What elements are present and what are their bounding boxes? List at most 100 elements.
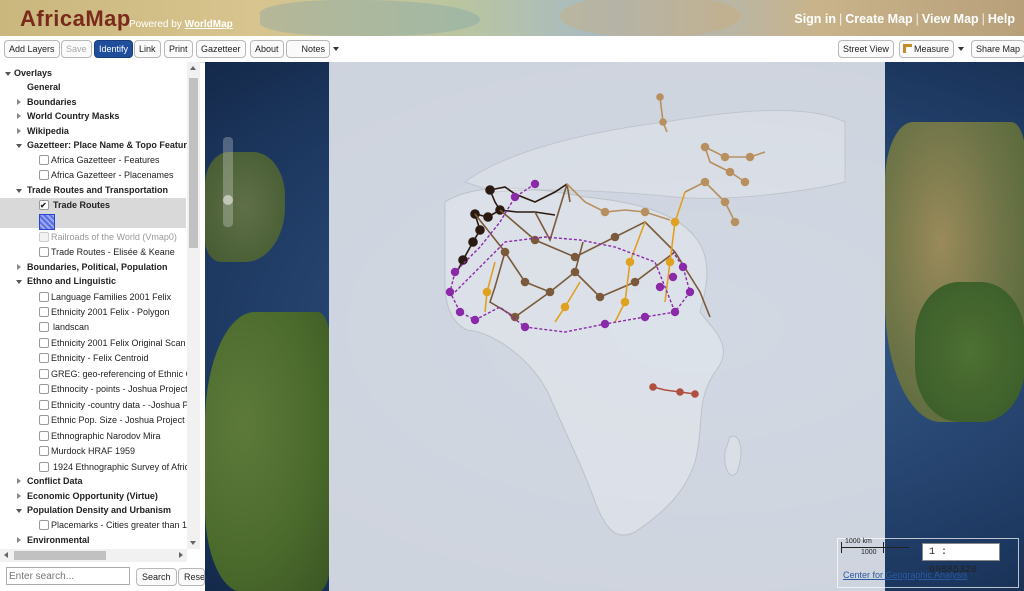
link-button[interactable]: Link: [134, 40, 161, 58]
route-node[interactable]: [655, 282, 665, 292]
help-link[interactable]: Help: [988, 12, 1015, 26]
tree-horizontal-scrollbar[interactable]: [0, 549, 187, 562]
layer-checkbox[interactable]: [39, 307, 49, 317]
search-input[interactable]: [6, 567, 130, 585]
route-node[interactable]: [656, 93, 664, 101]
scroll-thumb[interactable]: [14, 551, 106, 560]
measure-button[interactable]: Measure: [899, 40, 955, 58]
route-node[interactable]: [670, 217, 680, 227]
layer-checkbox[interactable]: [39, 292, 49, 302]
route-node[interactable]: [483, 212, 493, 222]
zoom-slider[interactable]: [223, 137, 233, 227]
notes-dropdown-icon[interactable]: [333, 47, 339, 51]
route-node[interactable]: [520, 322, 530, 332]
layer-checkbox[interactable]: [39, 431, 49, 441]
route-node[interactable]: [455, 307, 465, 317]
route-node[interactable]: [649, 383, 657, 391]
route-node[interactable]: [595, 292, 605, 302]
worldmap-link[interactable]: WorldMap: [185, 19, 233, 30]
layer-checkbox[interactable]: [39, 384, 49, 394]
collapsed-icon[interactable]: [17, 113, 21, 119]
route-node[interactable]: [545, 287, 555, 297]
layer-checkbox[interactable]: [39, 155, 49, 165]
expanded-icon[interactable]: [5, 72, 11, 76]
collapsed-icon[interactable]: [17, 537, 21, 543]
route-node[interactable]: [560, 302, 570, 312]
route-node[interactable]: [600, 207, 610, 217]
reset-button[interactable]: Reset: [178, 568, 205, 586]
route-node[interactable]: [470, 315, 480, 325]
scroll-up-icon[interactable]: [190, 66, 196, 70]
route-node[interactable]: [665, 257, 675, 267]
measure-dropdown-icon[interactable]: [958, 47, 964, 51]
route-node[interactable]: [570, 267, 580, 277]
route-node[interactable]: [676, 388, 684, 396]
collapsed-icon[interactable]: [17, 264, 21, 270]
route-node[interactable]: [685, 287, 695, 297]
layer-checkbox[interactable]: [39, 415, 49, 425]
gazetteer-button[interactable]: Gazetteer: [196, 40, 246, 58]
layer-checkbox[interactable]: [39, 232, 49, 242]
layer-checkbox[interactable]: [39, 520, 49, 530]
layer-checkbox[interactable]: [39, 369, 49, 379]
layer-checkbox-checked[interactable]: [39, 198, 49, 213]
route-node[interactable]: [445, 287, 455, 297]
zoom-slider-handle[interactable]: [223, 195, 233, 205]
add-layers-button[interactable]: Add Layers: [4, 40, 60, 58]
identify-button[interactable]: Identify: [94, 40, 134, 58]
route-node[interactable]: [500, 247, 510, 257]
route-node[interactable]: [720, 197, 730, 207]
layer-checkbox[interactable]: [39, 400, 49, 410]
layer-checkbox[interactable]: [39, 170, 49, 180]
route-node[interactable]: [625, 257, 635, 267]
layer-checkbox[interactable]: [39, 338, 49, 348]
route-node[interactable]: [668, 272, 678, 282]
expanded-icon[interactable]: [16, 280, 22, 284]
route-node[interactable]: [510, 192, 520, 202]
route-node[interactable]: [640, 312, 650, 322]
route-node[interactable]: [600, 319, 610, 329]
route-node[interactable]: [640, 207, 650, 217]
expanded-icon[interactable]: [16, 509, 22, 513]
route-node[interactable]: [745, 152, 755, 162]
route-node[interactable]: [610, 232, 620, 242]
route-node[interactable]: [720, 152, 730, 162]
route-node[interactable]: [700, 177, 710, 187]
expanded-icon[interactable]: [16, 144, 22, 148]
route-node[interactable]: [468, 237, 478, 247]
route-node[interactable]: [458, 255, 468, 265]
route-node[interactable]: [630, 277, 640, 287]
app-logo[interactable]: AfricaMap: [20, 6, 131, 32]
save-button[interactable]: Save: [61, 40, 92, 58]
sign-in-link[interactable]: Sign in: [794, 12, 836, 26]
scroll-down-icon[interactable]: [190, 541, 196, 545]
scroll-right-icon[interactable]: [179, 552, 183, 558]
collapsed-icon[interactable]: [17, 128, 21, 134]
route-node[interactable]: [570, 252, 580, 262]
map-canvas[interactable]: 1000 km 1000 1 : 69885320 Center for Geo…: [205, 62, 1024, 591]
route-node[interactable]: [659, 118, 667, 126]
route-node[interactable]: [530, 179, 540, 189]
route-node[interactable]: [475, 225, 485, 235]
route-node[interactable]: [485, 185, 495, 195]
route-node[interactable]: [620, 297, 630, 307]
scale-ratio-field[interactable]: 1 : 69885320: [922, 543, 1000, 576]
street-view-button[interactable]: Street View: [838, 40, 894, 58]
cga-footer-link[interactable]: Center for Geographic Analysis: [843, 570, 968, 580]
layer-checkbox[interactable]: [39, 353, 49, 363]
route-node[interactable]: [482, 287, 492, 297]
collapsed-icon[interactable]: [17, 493, 21, 499]
route-node[interactable]: [730, 217, 740, 227]
about-button[interactable]: About: [250, 40, 284, 58]
layer-checkbox[interactable]: [39, 322, 49, 332]
search-button[interactable]: Search: [136, 568, 177, 586]
layer-checkbox[interactable]: [39, 247, 49, 257]
route-node[interactable]: [670, 307, 680, 317]
route-node[interactable]: [678, 262, 688, 272]
print-button[interactable]: Print: [164, 40, 193, 58]
notes-button[interactable]: Notes: [286, 40, 330, 58]
route-node[interactable]: [450, 267, 460, 277]
route-node[interactable]: [510, 312, 520, 322]
route-node[interactable]: [700, 142, 710, 152]
scroll-thumb[interactable]: [189, 78, 198, 248]
